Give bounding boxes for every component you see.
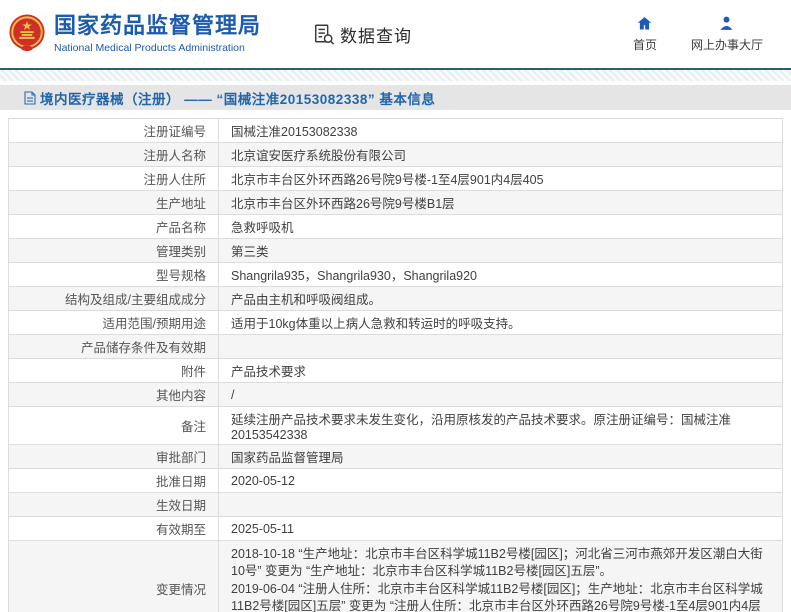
table-row: 附件产品技术要求 [9,359,783,383]
field-label: 型号规格 [9,263,219,287]
change-record: 2019-06-04 “注册人住所：北京市丰台区科学城11B2号楼[园区]；生产… [231,580,772,612]
field-value: 2020-05-12 [219,469,783,493]
table-row: 适用范围/预期用途适用于10kg体重以上病人急救和转运时的呼吸支持。 [9,311,783,335]
table-row: 批准日期2020-05-12 [9,469,783,493]
org-name-en: National Medical Products Administration [54,42,261,54]
field-label: 有效期至 [9,517,219,541]
table-row: 产品名称急救呼吸机 [9,215,783,239]
table-row: 注册人名称北京谊安医疗系统股份有限公司 [9,143,783,167]
change-record: 2018-10-18 “生产地址：北京市丰台区科学城11B2号楼[园区]；河北省… [231,545,772,580]
field-label: 产品储存条件及有效期 [9,335,219,359]
field-value: 产品技术要求 [219,359,783,383]
breadcrumb-text: 境内医疗器械（注册） —— “国械注准20153082338” 基本信息 [40,88,435,108]
table-row: 产品储存条件及有效期 [9,335,783,359]
hatched-strip [0,70,791,81]
nav-hall-label: 网上办事大厅 [691,36,763,53]
field-label: 其他内容 [9,383,219,407]
field-value: 急救呼吸机 [219,215,783,239]
field-value: 北京市丰台区外环西路26号院9号楼-1至4层901内4层405 [219,167,783,191]
data-query-icon [313,23,335,45]
field-value: 2018-10-18 “生产地址：北京市丰台区科学城11B2号楼[园区]；河北省… [219,541,783,612]
breadcrumb: 境内医疗器械（注册） —— “国械注准20153082338” 基本信息 [0,85,791,110]
field-value: 国械注准20153082338 [219,119,783,143]
table-row: 其他内容/ [9,383,783,407]
field-label: 变更情况 [9,541,219,612]
table-row: 注册人住所北京市丰台区外环西路26号院9号楼-1至4层901内4层405 [9,167,783,191]
field-label: 注册证编号 [9,119,219,143]
field-label: 生效日期 [9,493,219,517]
table-row: 变更情况 2018-10-18 “生产地址：北京市丰台区科学城11B2号楼[园区… [9,541,783,612]
table-row: 型号规格Shangrila935，Shangrila930，Shangrila9… [9,263,783,287]
field-value: 延续注册产品技术要求未发生变化，沿用原核发的产品技术要求。原注册证编号：国械注准… [219,407,783,445]
table-row: 管理类别第三类 [9,239,783,263]
field-label: 注册人名称 [9,143,219,167]
nav-home-label: 首页 [633,36,657,53]
table-row: 注册证编号国械注准20153082338 [9,119,783,143]
nav-service-hall[interactable]: 网上办事大厅 [691,15,763,53]
field-label: 生产地址 [9,191,219,215]
top-nav: 首页 网上办事大厅 [633,15,763,53]
home-icon [636,15,653,32]
field-label: 管理类别 [9,239,219,263]
field-value: 适用于10kg体重以上病人急救和转运时的呼吸支持。 [219,311,783,335]
table-row: 生产地址北京市丰台区外环西路26号院9号楼B1层 [9,191,783,215]
org-title-block: 国家药品监督管理局 National Medical Products Admi… [54,14,261,53]
org-name-cn: 国家药品监督管理局 [54,14,261,38]
field-label: 适用范围/预期用途 [9,311,219,335]
field-value: 产品由主机和呼吸阀组成。 [219,287,783,311]
national-emblem-icon [8,14,46,54]
field-value: 北京市丰台区外环西路26号院9号楼B1层 [219,191,783,215]
data-query-section[interactable]: 数据查询 [313,22,412,47]
field-value [219,493,783,517]
table-row: 有效期至2025-05-11 [9,517,783,541]
field-value: 北京谊安医疗系统股份有限公司 [219,143,783,167]
field-label: 附件 [9,359,219,383]
field-label: 结构及组成/主要组成成分 [9,287,219,311]
field-value: 2025-05-11 [219,517,783,541]
nav-home[interactable]: 首页 [633,15,657,53]
page-header: 国家药品监督管理局 National Medical Products Admi… [0,0,791,68]
field-label: 产品名称 [9,215,219,239]
field-label: 审批部门 [9,445,219,469]
field-value [219,335,783,359]
field-label: 注册人住所 [9,167,219,191]
table-row: 生效日期 [9,493,783,517]
table-row: 审批部门国家药品监督管理局 [9,445,783,469]
field-value: 第三类 [219,239,783,263]
field-value: 国家药品监督管理局 [219,445,783,469]
user-icon [718,15,735,32]
field-value: Shangrila935，Shangrila930，Shangrila920 [219,263,783,287]
registration-detail-table: 注册证编号国械注准20153082338 注册人名称北京谊安医疗系统股份有限公司… [0,118,791,612]
table-row: 备注延续注册产品技术要求未发生变化，沿用原核发的产品技术要求。原注册证编号：国械… [9,407,783,445]
document-icon [24,91,36,105]
table-row: 结构及组成/主要组成成分产品由主机和呼吸阀组成。 [9,287,783,311]
field-label: 批准日期 [9,469,219,493]
field-label: 备注 [9,407,219,445]
data-query-label: 数据查询 [340,22,412,47]
field-value: / [219,383,783,407]
